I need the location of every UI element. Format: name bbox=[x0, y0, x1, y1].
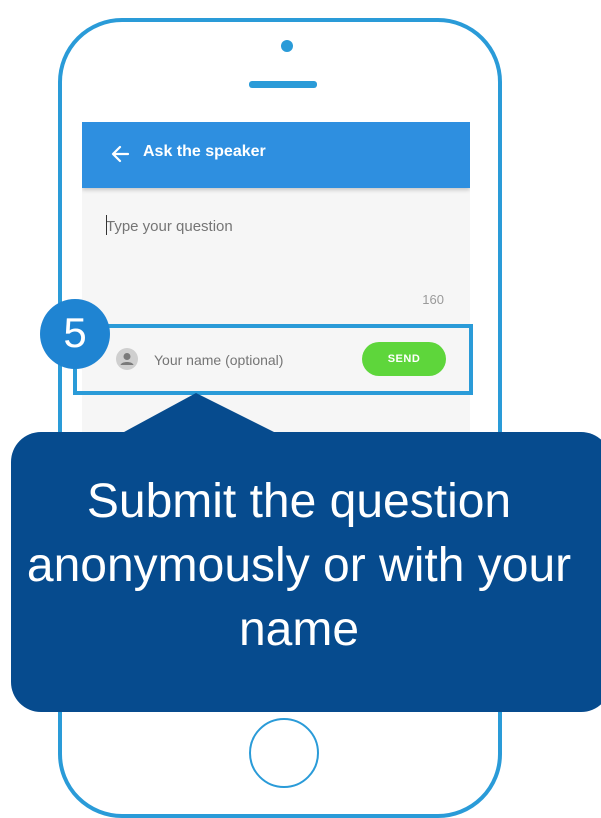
highlight-box bbox=[73, 324, 473, 395]
step-badge: 5 bbox=[40, 299, 110, 369]
speaker-slot bbox=[249, 81, 317, 88]
camera-dot bbox=[281, 40, 293, 52]
text-cursor bbox=[106, 215, 107, 235]
home-button[interactable] bbox=[249, 718, 319, 788]
question-input[interactable] bbox=[102, 214, 442, 238]
callout-text: Submit the question anonymously or with … bbox=[26, 475, 572, 656]
character-counter: 160 bbox=[422, 292, 444, 307]
arrow-left-icon[interactable] bbox=[110, 142, 130, 166]
page-title: Ask the speaker bbox=[143, 143, 266, 160]
app-header: Ask the speaker bbox=[82, 122, 470, 188]
